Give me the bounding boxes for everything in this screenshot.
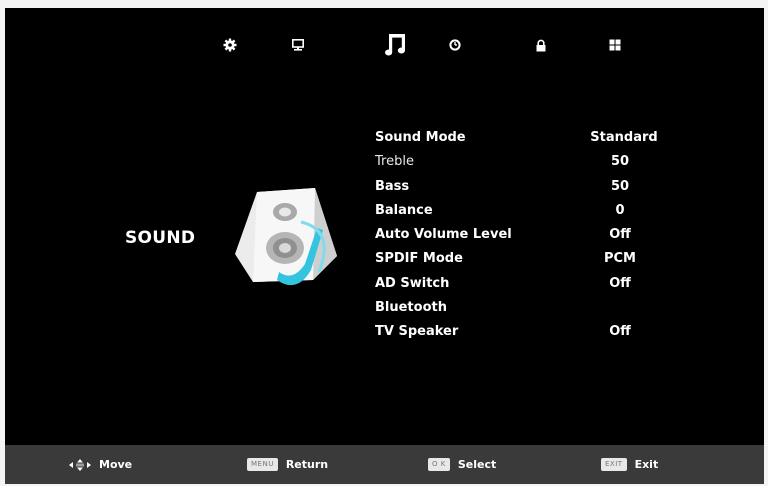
menu-item-value: Standard [590,130,658,145]
menu-item-label: Bass [375,178,410,194]
tab-time[interactable] [440,30,470,60]
menu-item-label: TV Speaker [375,324,459,340]
tab-setup[interactable] [600,30,630,60]
section-title: SOUND [125,228,196,248]
lock-icon [536,39,546,51]
hint-select-label: Select [457,458,497,471]
tab-lock[interactable] [526,30,556,60]
menu-item-value: Off [609,324,631,340]
monitor-icon [292,39,304,51]
menu-key-badge: MENU [247,458,278,471]
sound-settings-list: Sound Mode Standard Treble 50 Bass 50 Ba… [375,126,705,345]
exit-key-badge: EXIT [601,458,627,471]
menu-item-bluetooth[interactable]: Bluetooth [375,296,705,320]
menu-item-value: 0 [615,202,625,218]
hint-return: MENU Return [247,458,328,471]
menu-item-label: Bluetooth [375,300,447,316]
tab-settings[interactable] [215,30,245,60]
menu-item-bass[interactable]: Bass 50 [375,175,705,199]
tv-menu-screen: SOUND Sound Mode Standard Treble 50 Bass… [5,8,764,484]
menu-item-treble[interactable]: Treble 50 [375,150,705,174]
menu-item-balance[interactable]: Balance 0 [375,199,705,223]
menu-item-value: PCM [603,251,636,267]
hint-exit: EXIT Exit [601,458,658,471]
grid-icon [609,39,621,51]
arrows-icon [69,458,91,471]
menu-item-auto-volume-level[interactable]: Auto Volume Level Off [375,223,705,247]
key-hint-bar: Move MENU Return O K Select EXIT Exit [5,445,764,484]
hint-move: Move [69,458,132,471]
music-note-icon [385,34,405,56]
menu-tab-bar [5,8,764,78]
menu-item-label: AD Switch [375,275,450,291]
menu-item-spdif-mode[interactable]: SPDIF Mode PCM [375,247,705,271]
tab-sound[interactable] [381,30,411,60]
hint-move-label: Move [99,458,133,471]
menu-item-value: 50 [610,178,630,194]
hint-select: O K Select [428,458,496,471]
ok-key-badge: O K [428,458,450,471]
menu-item-sound-mode[interactable]: Sound Mode Standard [375,126,705,150]
menu-item-tv-speaker[interactable]: TV Speaker Off [375,320,705,344]
menu-item-label: Treble [375,154,414,170]
gear-icon [223,38,237,52]
menu-item-ad-switch[interactable]: AD Switch Off [375,272,705,296]
menu-item-value: 50 [610,154,630,170]
speaker-icon [235,188,337,286]
menu-item-value: Off [609,227,631,243]
menu-item-value: Off [609,275,631,291]
menu-item-label: Balance [375,202,433,218]
hint-return-label: Return [285,458,329,471]
menu-item-label: Auto Volume Level [375,227,512,243]
clock-icon [449,39,461,51]
tab-picture[interactable] [283,30,313,60]
menu-item-label: Sound Mode [375,130,466,145]
menu-item-label: SPDIF Mode [375,251,463,267]
hint-exit-label: Exit [634,458,659,471]
